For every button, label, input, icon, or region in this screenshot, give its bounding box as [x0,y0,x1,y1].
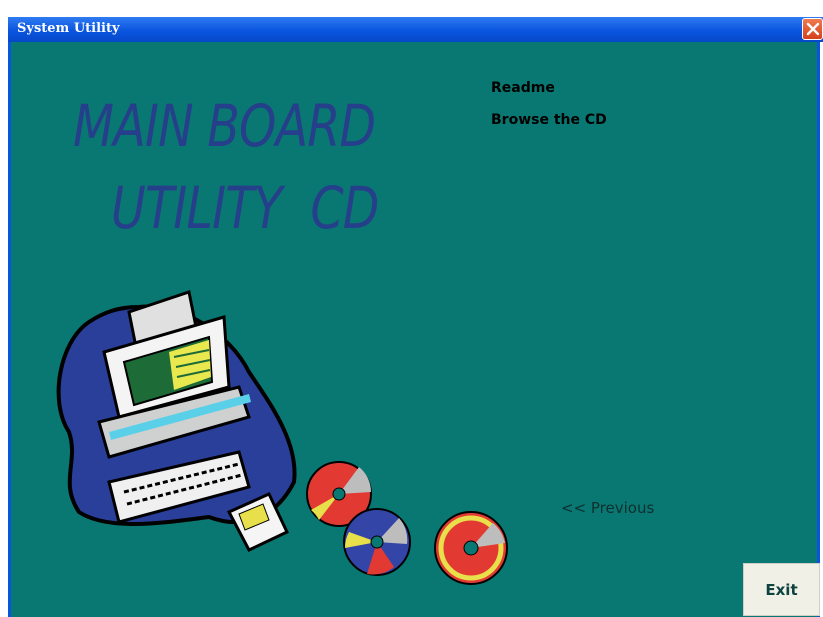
main-panel: MAIN BOARD UTILITY CD Readme Browse the … [8,42,820,617]
exit-label: Exit [765,580,798,599]
system-utility-window: System Utility MAIN BOARD UTILITY CD Rea… [0,0,823,617]
watermark-line-1: MAIN BOARD [73,92,376,160]
watermark-line-2: UTILITY CD [111,174,379,242]
readme-link[interactable]: Readme [491,80,555,96]
close-button[interactable] [802,18,823,40]
close-icon [806,22,820,36]
cd-icon [434,511,508,585]
browse-cd-link[interactable]: Browse the CD [491,112,607,128]
previous-link[interactable]: << Previous [561,499,654,517]
exit-button[interactable]: Exit [743,563,820,616]
title-bar[interactable]: System Utility [8,17,823,42]
computer-clipart [56,290,411,576]
window-title: System Utility [17,21,120,36]
